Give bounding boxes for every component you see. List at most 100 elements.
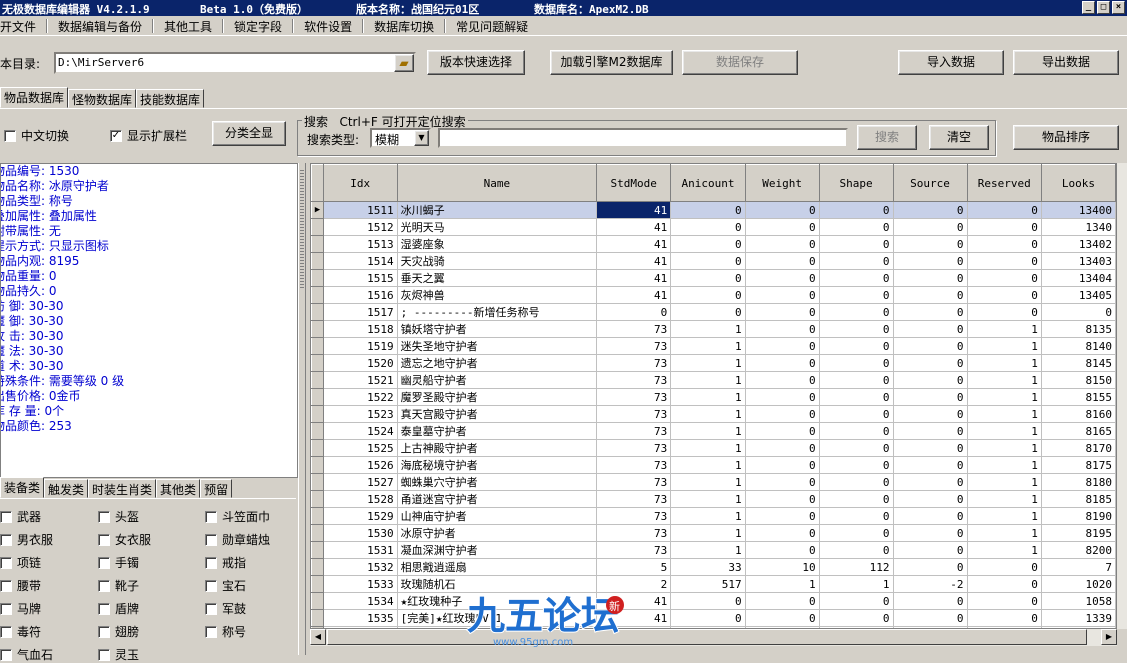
chinese-checkbox[interactable] — [4, 129, 16, 142]
row-indicator[interactable] — [311, 575, 324, 593]
cell-shape[interactable]: 0 — [819, 507, 894, 525]
cell-looks[interactable]: 13404 — [1041, 269, 1116, 287]
cell-source[interactable]: 0 — [893, 422, 968, 440]
category-checkbox[interactable] — [98, 510, 110, 523]
cell-source[interactable]: 0 — [893, 609, 968, 627]
cell-stdmode[interactable]: 73 — [596, 439, 672, 457]
category-option[interactable]: 称号 — [205, 623, 246, 640]
cell-idx[interactable]: 1524 — [323, 422, 398, 440]
category-checkbox[interactable] — [98, 533, 110, 546]
cell-reserved[interactable]: 1 — [967, 524, 1042, 542]
cell-stdmode[interactable]: 73 — [596, 473, 672, 491]
row-indicator[interactable] — [311, 252, 324, 270]
cell-looks[interactable]: 1020 — [1041, 575, 1116, 593]
menu-faq[interactable]: 常见问题解疑 — [445, 16, 539, 35]
cell-anicount[interactable]: 0 — [670, 286, 746, 304]
row-indicator[interactable] — [311, 235, 324, 253]
cell-looks[interactable]: 8175 — [1041, 456, 1116, 474]
cell-shape[interactable]: 1 — [819, 575, 894, 593]
cell-shape[interactable]: 0 — [819, 541, 894, 559]
column-header-reserved[interactable]: Reserved — [966, 164, 1042, 202]
cell-name[interactable]: 镇妖塔守护者 — [397, 320, 598, 338]
item-sort-button[interactable]: 物品排序 — [1013, 125, 1119, 150]
scroll-thumb[interactable] — [327, 629, 1087, 645]
cell-stdmode[interactable]: 73 — [596, 524, 672, 542]
cell-name[interactable]: 泰皇墓守护者 — [397, 422, 598, 440]
cell-reserved[interactable]: 0 — [967, 592, 1042, 610]
cell-looks[interactable]: 8190 — [1041, 507, 1116, 525]
cell-looks[interactable]: 13400 — [1041, 201, 1116, 219]
cell-idx[interactable]: 1511 — [323, 201, 398, 219]
tab-fashion-zodiac[interactable]: 时装生肖类 — [88, 479, 157, 498]
category-checkbox[interactable] — [205, 579, 217, 592]
table-row[interactable]: ▶ 1511 冰川蝎子 41 0 0 0 0 0 13400 — [311, 201, 1116, 219]
cell-shape[interactable]: 0 — [819, 354, 894, 372]
cell-idx[interactable]: 1533 — [323, 575, 398, 593]
search-input[interactable] — [438, 128, 848, 148]
cell-source[interactable]: 0 — [893, 592, 968, 610]
category-checkbox[interactable] — [0, 602, 12, 615]
row-indicator[interactable] — [311, 609, 324, 627]
row-indicator[interactable] — [311, 558, 324, 576]
cell-stdmode[interactable]: 41 — [596, 235, 672, 253]
cell-idx[interactable]: 1520 — [323, 354, 398, 372]
cell-name[interactable]: 光明天马 — [397, 218, 598, 236]
cell-anicount[interactable]: 517 — [670, 575, 746, 593]
row-indicator[interactable] — [311, 320, 324, 338]
tab-trigger[interactable]: 触发类 — [44, 479, 89, 498]
cell-reserved[interactable]: 1 — [967, 354, 1042, 372]
table-row[interactable]: 1520 遗忘之地守护者 73 1 0 0 0 1 8145 — [311, 354, 1116, 372]
cell-shape[interactable]: 0 — [819, 439, 894, 457]
cell-looks[interactable]: 7 — [1041, 558, 1116, 576]
close-button[interactable]: × — [1112, 1, 1125, 14]
cell-shape[interactable]: 0 — [819, 201, 894, 219]
cell-anicount[interactable]: 0 — [670, 201, 746, 219]
cell-name[interactable]: 冰川蝎子 — [397, 201, 598, 219]
cell-weight[interactable]: 0 — [745, 490, 820, 508]
cell-reserved[interactable]: 1 — [967, 541, 1042, 559]
cell-anicount[interactable]: 1 — [670, 371, 746, 389]
cell-idx[interactable]: 1518 — [323, 320, 398, 338]
table-row[interactable]: 1516 灰烬神兽 41 0 0 0 0 0 13405 — [311, 286, 1116, 304]
cell-shape[interactable]: 0 — [819, 388, 894, 406]
cell-anicount[interactable]: 0 — [670, 592, 746, 610]
cell-name[interactable]: 山神庙守护者 — [397, 507, 598, 525]
cell-name[interactable]: 凝血深渊守护者 — [397, 541, 598, 559]
cell-idx[interactable]: 1532 — [323, 558, 398, 576]
cell-stdmode[interactable]: 41 — [596, 218, 672, 236]
row-indicator[interactable] — [311, 473, 324, 491]
cell-shape[interactable]: 0 — [819, 235, 894, 253]
cell-name[interactable]: 垂天之翼 — [397, 269, 598, 287]
cell-source[interactable]: 0 — [893, 507, 968, 525]
table-row[interactable]: 1525 上古神殿守护者 73 1 0 0 0 1 8170 — [311, 439, 1116, 457]
cell-source[interactable]: 0 — [893, 218, 968, 236]
cell-stdmode[interactable]: 73 — [596, 490, 672, 508]
cell-reserved[interactable]: 1 — [967, 388, 1042, 406]
category-option[interactable]: 盾牌 — [98, 600, 139, 617]
cell-name[interactable]: 海底秘境守护者 — [397, 456, 598, 474]
category-option[interactable]: 斗笠面巾 — [205, 508, 270, 525]
search-button[interactable]: 搜索 — [857, 125, 917, 150]
table-row[interactable]: 1527 蜘蛛巢穴守护者 73 1 0 0 0 1 8180 — [311, 473, 1116, 491]
table-row[interactable]: 1522 魔罗圣殿守护者 73 1 0 0 0 1 8155 — [311, 388, 1116, 406]
cell-idx[interactable]: 1522 — [323, 388, 398, 406]
cell-reserved[interactable]: 0 — [967, 558, 1042, 576]
cell-source[interactable]: 0 — [893, 541, 968, 559]
category-option[interactable]: 项链 — [0, 554, 41, 571]
cell-reserved[interactable]: 1 — [967, 405, 1042, 423]
cell-anicount[interactable]: 1 — [670, 388, 746, 406]
cell-weight[interactable]: 0 — [745, 201, 820, 219]
cell-shape[interactable]: 0 — [819, 337, 894, 355]
cell-idx[interactable]: 1534 — [323, 592, 398, 610]
cell-weight[interactable]: 0 — [745, 371, 820, 389]
cell-name[interactable]: 冰原守护者 — [397, 524, 598, 542]
cell-name[interactable]: 甬道迷宫守护者 — [397, 490, 598, 508]
cell-name[interactable]: 魔罗圣殿守护者 — [397, 388, 598, 406]
category-option[interactable]: 马牌 — [0, 600, 41, 617]
cell-name[interactable]: 上古神殿守护者 — [397, 439, 598, 457]
category-checkbox[interactable] — [0, 510, 12, 523]
table-row[interactable]: 1529 山神庙守护者 73 1 0 0 0 1 8190 — [311, 507, 1116, 525]
cell-name[interactable]: 灰烬神兽 — [397, 286, 598, 304]
tab-skill-db[interactable]: 技能数据库 — [136, 89, 205, 108]
cell-weight[interactable]: 0 — [745, 456, 820, 474]
